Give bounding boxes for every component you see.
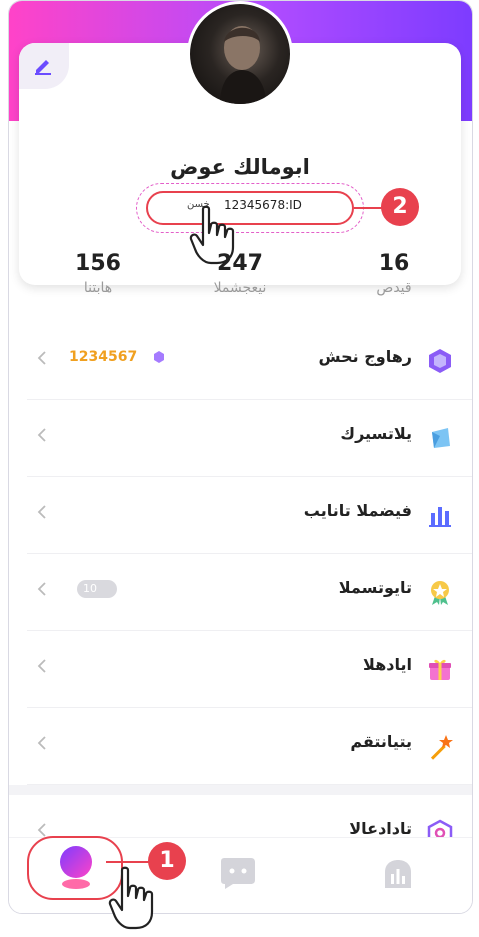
menu-item-recharge[interactable]: رهاوج نحش 1234567 (27, 323, 472, 400)
stat-fans[interactable]: 247 نيعجشملا (185, 251, 295, 296)
bottom-tab-bar (9, 836, 472, 913)
small-gem-icon (154, 351, 164, 363)
stat-label: قيدص (376, 280, 412, 296)
bar-chart-icon (429, 507, 451, 527)
gem-icon (429, 349, 451, 373)
menu-label: يلاتسيرك (340, 424, 412, 443)
menu-item-host-data[interactable]: فيضملا تانايب (27, 477, 472, 554)
live-tab-icon[interactable] (381, 858, 415, 890)
avatar[interactable] (187, 1, 293, 107)
edit-profile-button[interactable] (19, 43, 69, 89)
chevron-left-icon (37, 351, 46, 365)
section-divider (9, 785, 472, 795)
avatar-portrait (220, 26, 266, 104)
menu-label: ايادهلا (363, 655, 412, 674)
stat-friends[interactable]: 16 قيدص (339, 251, 449, 296)
chat-tab-icon[interactable] (219, 856, 257, 890)
stat-value: 247 (217, 251, 263, 276)
menu-label: يتيانتقم (350, 732, 412, 751)
magic-wand-icon (430, 735, 453, 760)
stat-followers[interactable]: 156 هابتنا (43, 251, 153, 296)
menu-item-levels[interactable]: تايوتسملا 10 (27, 554, 472, 631)
menu-label: تايوتسملا (338, 578, 412, 597)
annotation-line-2 (354, 207, 382, 209)
chevron-left-icon (37, 659, 46, 673)
chevron-left-icon (37, 428, 46, 442)
chevron-left-icon (37, 823, 46, 837)
chevron-left-icon (37, 582, 46, 596)
pointer-hand-icon (108, 866, 154, 930)
menu-item-gifts[interactable]: ايادهلا (27, 631, 472, 708)
stat-value: 16 (378, 251, 410, 276)
chevron-left-icon (37, 736, 46, 750)
chevron-left-icon (37, 505, 46, 519)
menu-item-crystal[interactable]: يلاتسيرك (27, 400, 472, 477)
gem-balance: 1234567 (69, 349, 138, 365)
annotation-step-2: 2 (381, 188, 419, 226)
menu-label: فيضملا تانايب (303, 501, 412, 520)
medal-icon (431, 581, 449, 605)
pencil-icon (35, 60, 51, 75)
crystal-icon (432, 428, 450, 448)
menu-item-inventory[interactable]: يتيانتقم (27, 708, 472, 785)
stat-value: 156 (75, 251, 121, 276)
stat-label: نيعجشملا (213, 280, 267, 296)
username: ابومالك عوض (170, 155, 310, 179)
stat-label: هابتنا (83, 280, 113, 296)
annotation-line-1 (106, 861, 150, 863)
profile-tab-icon (60, 846, 92, 889)
menu-list: رهاوج نحش 1234567 يلاتسيرك فيضملا تانايب… (9, 323, 472, 871)
gift-icon (429, 659, 451, 680)
menu-label: تادادعالا (349, 819, 412, 838)
menu-label: رهاوج نحش (318, 347, 412, 366)
phone-frame: ابومالك عوض 12345678:ID خسن 2 156 هابتنا… (8, 0, 473, 914)
level-badge: 10 (77, 580, 117, 598)
